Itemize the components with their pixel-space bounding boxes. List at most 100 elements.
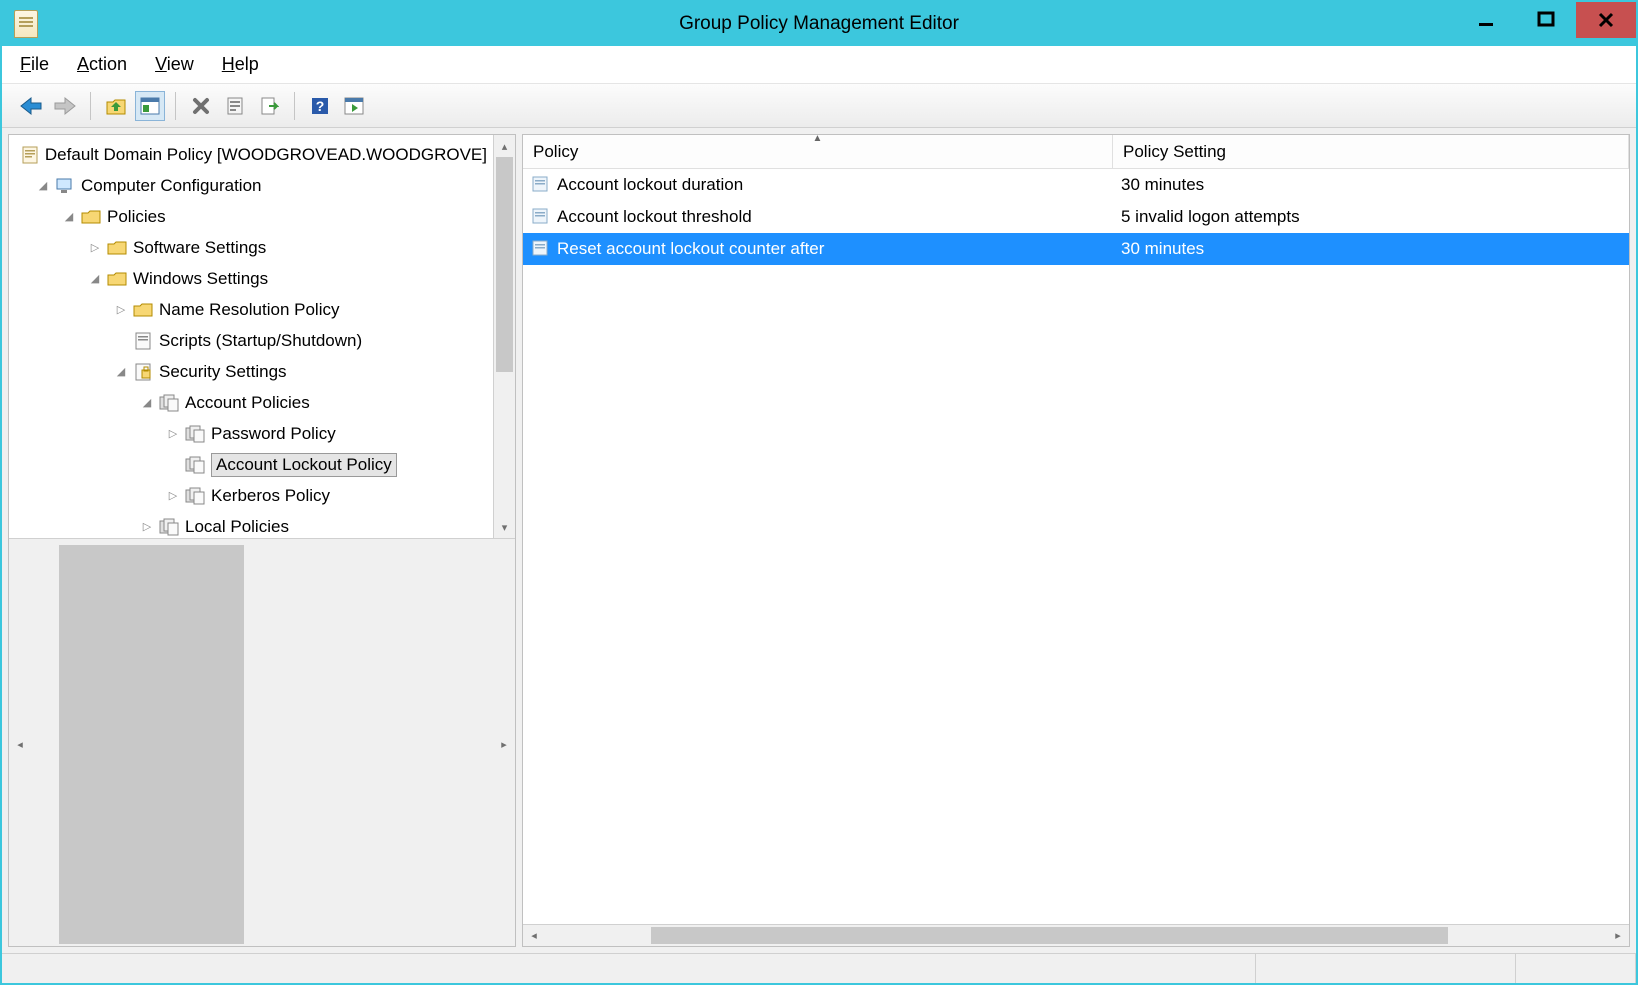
cell-text: 30 minutes (1121, 175, 1204, 195)
scroll-track[interactable] (545, 925, 1607, 946)
tree-name-resolution[interactable]: ▷ Name Resolution Policy (9, 294, 493, 325)
tree-pane-icon (139, 96, 161, 116)
maximize-icon (1537, 11, 1555, 29)
tree-policies[interactable]: ◢ Policies (9, 201, 493, 232)
policy-group-icon (185, 486, 205, 506)
show-tree-button[interactable] (135, 91, 165, 121)
list-pane: Policy ▲ Policy Setting Account lockout … (522, 134, 1630, 947)
scroll-up-icon[interactable]: ▴ (494, 135, 515, 157)
properties-button[interactable] (220, 91, 250, 121)
column-header-setting[interactable]: Policy Setting (1113, 135, 1629, 168)
expand-icon[interactable]: ▷ (113, 302, 129, 318)
scroll-track[interactable] (494, 157, 515, 516)
toolbar: ? (2, 84, 1636, 128)
policy-tree[interactable]: Default Domain Policy [WOODGROVEAD.WOODG… (9, 135, 493, 538)
list-horizontal-scrollbar[interactable]: ◂ ▸ (523, 924, 1629, 946)
collapse-icon[interactable]: ◢ (139, 395, 155, 411)
scroll-thumb[interactable] (651, 927, 1448, 944)
tree-vertical-scrollbar[interactable]: ▴ ▾ (493, 135, 515, 538)
scroll-right-icon[interactable]: ▸ (493, 543, 515, 946)
menu-view[interactable]: View (155, 54, 194, 75)
back-button[interactable] (16, 91, 46, 121)
tree-security-settings[interactable]: ◢ Security Settings (9, 356, 493, 387)
tree-windows-settings[interactable]: ◢ Windows Settings (9, 263, 493, 294)
tree-label: Security Settings (159, 362, 287, 382)
scroll-left-icon[interactable]: ◂ (523, 925, 545, 946)
tree-label: Name Resolution Policy (159, 300, 339, 320)
collapse-icon[interactable]: ◢ (87, 271, 103, 287)
scroll-left-icon[interactable]: ◂ (9, 543, 31, 946)
list-body[interactable]: Account lockout duration 30 minutes Acco… (523, 169, 1629, 924)
expand-icon[interactable]: ▷ (165, 488, 181, 504)
window-play-icon (343, 96, 365, 116)
expand-icon[interactable]: ▷ (165, 426, 181, 442)
tree-label: Account Policies (185, 393, 310, 413)
status-section (1516, 954, 1636, 983)
scroll-down-icon[interactable]: ▾ (494, 516, 515, 538)
tree-scroll-area: Default Domain Policy [WOODGROVEAD.WOODG… (9, 135, 515, 538)
collapse-icon[interactable]: ◢ (113, 364, 129, 380)
column-header-policy[interactable]: Policy ▲ (523, 135, 1113, 168)
tree-account-lockout-policy[interactable]: Account Lockout Policy (9, 449, 493, 480)
forward-arrow-icon (53, 96, 77, 116)
tree-label: Policies (107, 207, 166, 227)
close-icon (1597, 11, 1615, 29)
minimize-icon (1477, 11, 1495, 29)
menu-help[interactable]: Help (222, 54, 259, 75)
tree-label: Scripts (Startup/Shutdown) (159, 331, 362, 351)
cell-setting: 30 minutes (1113, 239, 1629, 259)
delete-button[interactable] (186, 91, 216, 121)
policy-group-icon (159, 517, 179, 537)
column-label: Policy Setting (1123, 142, 1226, 162)
policy-item-icon (531, 207, 551, 227)
expander-icon (165, 457, 181, 473)
tree-account-policies[interactable]: ◢ Account Policies (9, 387, 493, 418)
app-icon (14, 10, 38, 38)
scroll-right-icon[interactable]: ▸ (1607, 925, 1629, 946)
export-button[interactable] (254, 91, 284, 121)
maximize-button[interactable] (1516, 2, 1576, 38)
policy-group-icon (185, 455, 205, 475)
folder-icon (107, 269, 127, 289)
back-arrow-icon (19, 96, 43, 116)
list-row[interactable]: Account lockout duration 30 minutes (523, 169, 1629, 201)
menu-file[interactable]: File (20, 54, 49, 75)
scroll-thumb[interactable] (59, 545, 244, 944)
forward-button[interactable] (50, 91, 80, 121)
up-button[interactable] (101, 91, 131, 121)
tree-kerberos-policy[interactable]: ▷ Kerberos Policy (9, 480, 493, 511)
menu-action[interactable]: Action (77, 54, 127, 75)
folder-icon (107, 238, 127, 258)
expand-icon[interactable]: ▷ (87, 240, 103, 256)
tree-local-policies[interactable]: ▷ Local Policies (9, 511, 493, 538)
collapse-icon[interactable]: ◢ (61, 209, 77, 225)
collapse-icon[interactable]: ◢ (35, 178, 51, 194)
close-button[interactable] (1576, 2, 1636, 38)
list-row[interactable]: Reset account lockout counter after 30 m… (523, 233, 1629, 265)
help-button[interactable]: ? (305, 91, 335, 121)
tree-label: Kerberos Policy (211, 486, 330, 506)
tree-software-settings[interactable]: ▷ Software Settings (9, 232, 493, 263)
tree-pane: Default Domain Policy [WOODGROVEAD.WOODG… (8, 134, 516, 947)
computer-icon (55, 176, 75, 196)
cell-setting: 5 invalid logon attempts (1113, 207, 1629, 227)
scroll-track[interactable] (31, 543, 493, 946)
tree-computer-config[interactable]: ◢ Computer Configuration (9, 170, 493, 201)
tree-root[interactable]: Default Domain Policy [WOODGROVEAD.WOODG… (9, 139, 493, 170)
app-window: Group Policy Management Editor File Acti… (2, 2, 1636, 983)
run-button[interactable] (339, 91, 369, 121)
folder-up-icon (105, 96, 127, 116)
tree-scripts[interactable]: Scripts (Startup/Shutdown) (9, 325, 493, 356)
expand-icon[interactable]: ▷ (139, 519, 155, 535)
folder-icon (133, 300, 153, 320)
expander-icon (15, 147, 17, 163)
cell-text: 5 invalid logon attempts (1121, 207, 1300, 227)
list-row[interactable]: Account lockout threshold 5 invalid logo… (523, 201, 1629, 233)
tree-password-policy[interactable]: ▷ Password Policy (9, 418, 493, 449)
tree-label: Local Policies (185, 517, 289, 537)
cell-text: Account lockout duration (557, 175, 743, 195)
scroll-thumb[interactable] (496, 157, 513, 372)
tree-horizontal-scrollbar[interactable]: ◂ ▸ (9, 538, 515, 946)
minimize-button[interactable] (1456, 2, 1516, 38)
menubar: File Action View Help (2, 46, 1636, 84)
